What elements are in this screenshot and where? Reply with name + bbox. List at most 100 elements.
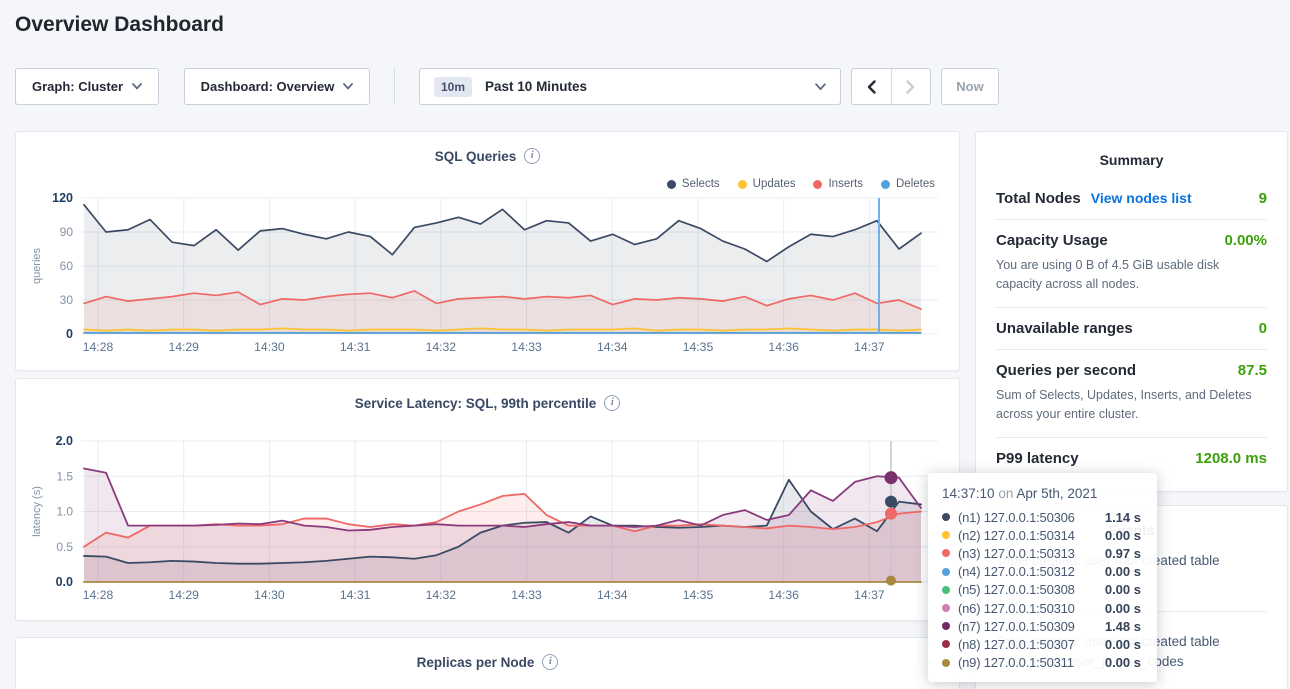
svg-text:14:34: 14:34 (597, 340, 628, 354)
svg-text:14:30: 14:30 (254, 340, 285, 354)
svg-text:14:37: 14:37 (854, 588, 885, 602)
graph-dropdown[interactable]: Graph: Cluster (15, 68, 159, 105)
chevron-down-icon (815, 83, 826, 91)
node-color-dot (942, 531, 950, 539)
svg-text:120: 120 (52, 191, 73, 205)
service-latency-panel: Service Latency: SQL, 99th percentile i … (15, 378, 960, 621)
node-color-dot (942, 659, 950, 667)
svg-text:1.0: 1.0 (56, 505, 73, 519)
tooltip-node-row: (n1) 127.0.0.1:503061.14 s (942, 508, 1143, 526)
capacity-usage-value: 0.00% (1224, 232, 1267, 249)
replicas-per-node-panel: Replicas per Node i (15, 637, 960, 689)
tooltip-node-row: (n9) 127.0.0.1:503110.00 s (942, 654, 1143, 672)
node-latency-value: 0.00 s (1105, 601, 1143, 616)
svg-text:14:31: 14:31 (340, 340, 371, 354)
graph-dropdown-label: Graph: Cluster (32, 79, 123, 94)
summary-unavailable-ranges: Unavailable ranges 0 (996, 307, 1267, 349)
node-color-dot (942, 640, 950, 648)
node-latency-value: 1.14 s (1105, 510, 1143, 525)
time-range-selector[interactable]: 10m Past 10 Minutes (419, 68, 841, 105)
page-title: Overview Dashboard (15, 13, 224, 37)
time-step-group (851, 68, 931, 105)
node-address: (n7) 127.0.0.1:50309 (958, 619, 1075, 634)
svg-text:1.5: 1.5 (56, 469, 73, 483)
node-latency-value: 0.00 s (1105, 582, 1143, 597)
svg-text:14:30: 14:30 (254, 588, 285, 602)
tooltip-node-row: (n3) 127.0.0.1:50313 0.97 s (942, 544, 1143, 562)
tooltip-node-row: (n5) 127.0.0.1:50308 0.00 s (942, 581, 1143, 599)
svg-text:14:36: 14:36 (768, 588, 799, 602)
node-color-dot (942, 513, 950, 521)
svg-text:30: 30 (60, 293, 74, 307)
p99-latency-label: P99 latency (996, 450, 1079, 467)
capacity-usage-label: Capacity Usage (996, 232, 1108, 249)
summary-total-nodes: Total Nodes View nodes list 9 (996, 178, 1267, 219)
svg-text:14:29: 14:29 (168, 588, 199, 602)
svg-text:14:28: 14:28 (83, 588, 114, 602)
node-color-dot (942, 549, 950, 557)
node-latency-value: 0.97 s (1105, 546, 1143, 561)
chart-hover-tooltip: 14:37:10 on Apr 5th, 2021 (n1) 127.0.0.1… (928, 473, 1157, 682)
tooltip-node-row: (n8) 127.0.0.1:503070.00 s (942, 635, 1143, 653)
node-latency-value: 1.48 s (1105, 619, 1143, 634)
time-prev-button[interactable] (852, 69, 892, 104)
node-address: (n5) 127.0.0.1:50308 (958, 582, 1075, 597)
capacity-usage-caption: You are using 0 B of 4.5 GiB usable disk… (996, 256, 1267, 295)
total-nodes-value: 9 (1259, 190, 1267, 207)
summary-capacity: Capacity Usage 0.00% You are using 0 B o… (996, 219, 1267, 307)
node-address: (n4) 127.0.0.1:50312 (958, 564, 1075, 579)
view-nodes-list-link[interactable]: View nodes list (1091, 190, 1192, 206)
svg-text:14:32: 14:32 (426, 588, 457, 602)
time-range-badge: 10m (434, 77, 472, 97)
info-icon[interactable]: i (542, 654, 558, 670)
svg-text:14:37: 14:37 (854, 340, 885, 354)
toolbar-divider (394, 68, 395, 105)
sql-queries-panel: SQL Queries i SelectsUpdatesInsertsDelet… (15, 131, 960, 371)
svg-text:90: 90 (60, 225, 74, 239)
p99-latency-value: 1208.0 ms (1195, 450, 1267, 467)
svg-text:14:34: 14:34 (597, 588, 628, 602)
node-color-dot (942, 586, 950, 594)
service-latency-chart[interactable]: 0.0 0.5 1.0 1.5 2.0 14:28 14:29 14:30 14:31 14:32… (16, 379, 961, 622)
summary-title: Summary (976, 132, 1287, 178)
node-latency-value: 0.00 s (1105, 528, 1143, 543)
tooltip-node-row: (n7) 127.0.0.1:50309 1.48 s (942, 617, 1143, 635)
svg-text:14:36: 14:36 (768, 340, 799, 354)
svg-text:0.5: 0.5 (56, 540, 73, 554)
unavailable-ranges-label: Unavailable ranges (996, 320, 1133, 337)
svg-text:14:33: 14:33 (511, 588, 542, 602)
node-latency-value: 0.00 s (1105, 655, 1143, 670)
svg-text:0.0: 0.0 (56, 575, 73, 589)
now-button[interactable]: Now (941, 68, 999, 105)
summary-qps: Queries per second 87.5 Sum of Selects, … (996, 349, 1267, 437)
tooltip-node-row: (n2) 127.0.0.1:503140.00 s (942, 526, 1143, 544)
sql-queries-chart[interactable]: 030609012014:2814:2914:3014:3114:3214:33… (16, 132, 961, 372)
svg-text:14:31: 14:31 (340, 588, 371, 602)
chevron-down-icon (343, 83, 353, 90)
svg-text:14:35: 14:35 (683, 340, 714, 354)
node-latency-value: 0.00 s (1105, 637, 1143, 652)
chevron-down-icon (132, 83, 142, 90)
chevron-left-icon (867, 80, 876, 94)
tooltip-timestamp: 14:37:10 on Apr 5th, 2021 (942, 486, 1143, 501)
dashboard-dropdown-label: Dashboard: Overview (201, 79, 335, 94)
qps-label: Queries per second (996, 362, 1136, 379)
replicas-per-node-title: Replicas per Node i (16, 654, 959, 670)
node-color-dot (942, 568, 950, 576)
node-color-dot (942, 622, 950, 630)
tooltip-node-row: (n6) 127.0.0.1:50310 0.00 s (942, 599, 1143, 617)
node-address: (n3) 127.0.0.1:50313 (958, 546, 1075, 561)
dashboard-dropdown[interactable]: Dashboard: Overview (184, 68, 370, 105)
svg-text:14:32: 14:32 (426, 340, 457, 354)
qps-caption: Sum of Selects, Updates, Inserts, and De… (996, 386, 1267, 425)
tooltip-node-row: (n4) 127.0.0.1:50312 0.00 s (942, 563, 1143, 581)
summary-panel: Summary Total Nodes View nodes list 9 Ca… (975, 131, 1288, 492)
svg-text:2.0: 2.0 (56, 434, 73, 448)
node-color-dot (942, 604, 950, 612)
node-latency-value: 0.00 s (1105, 564, 1143, 579)
svg-text:60: 60 (60, 259, 74, 273)
svg-text:latency (s): latency (s) (31, 486, 43, 537)
overview-dashboard-page: Overview Dashboard Graph: Cluster Dashbo… (0, 0, 1290, 689)
time-next-button[interactable] (892, 69, 931, 104)
node-address: (n6) 127.0.0.1:50310 (958, 601, 1075, 616)
